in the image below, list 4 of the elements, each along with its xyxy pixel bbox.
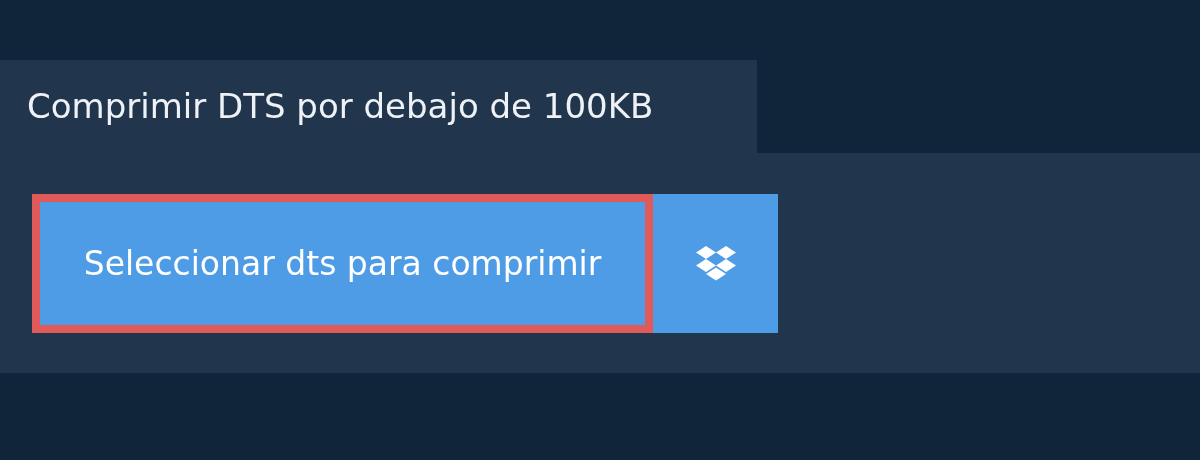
select-file-button[interactable]: Seleccionar dts para comprimir xyxy=(32,194,653,333)
dropbox-icon xyxy=(694,245,737,282)
dropbox-button[interactable] xyxy=(653,194,778,333)
tab-title: Comprimir DTS por debajo de 100KB xyxy=(0,60,757,153)
